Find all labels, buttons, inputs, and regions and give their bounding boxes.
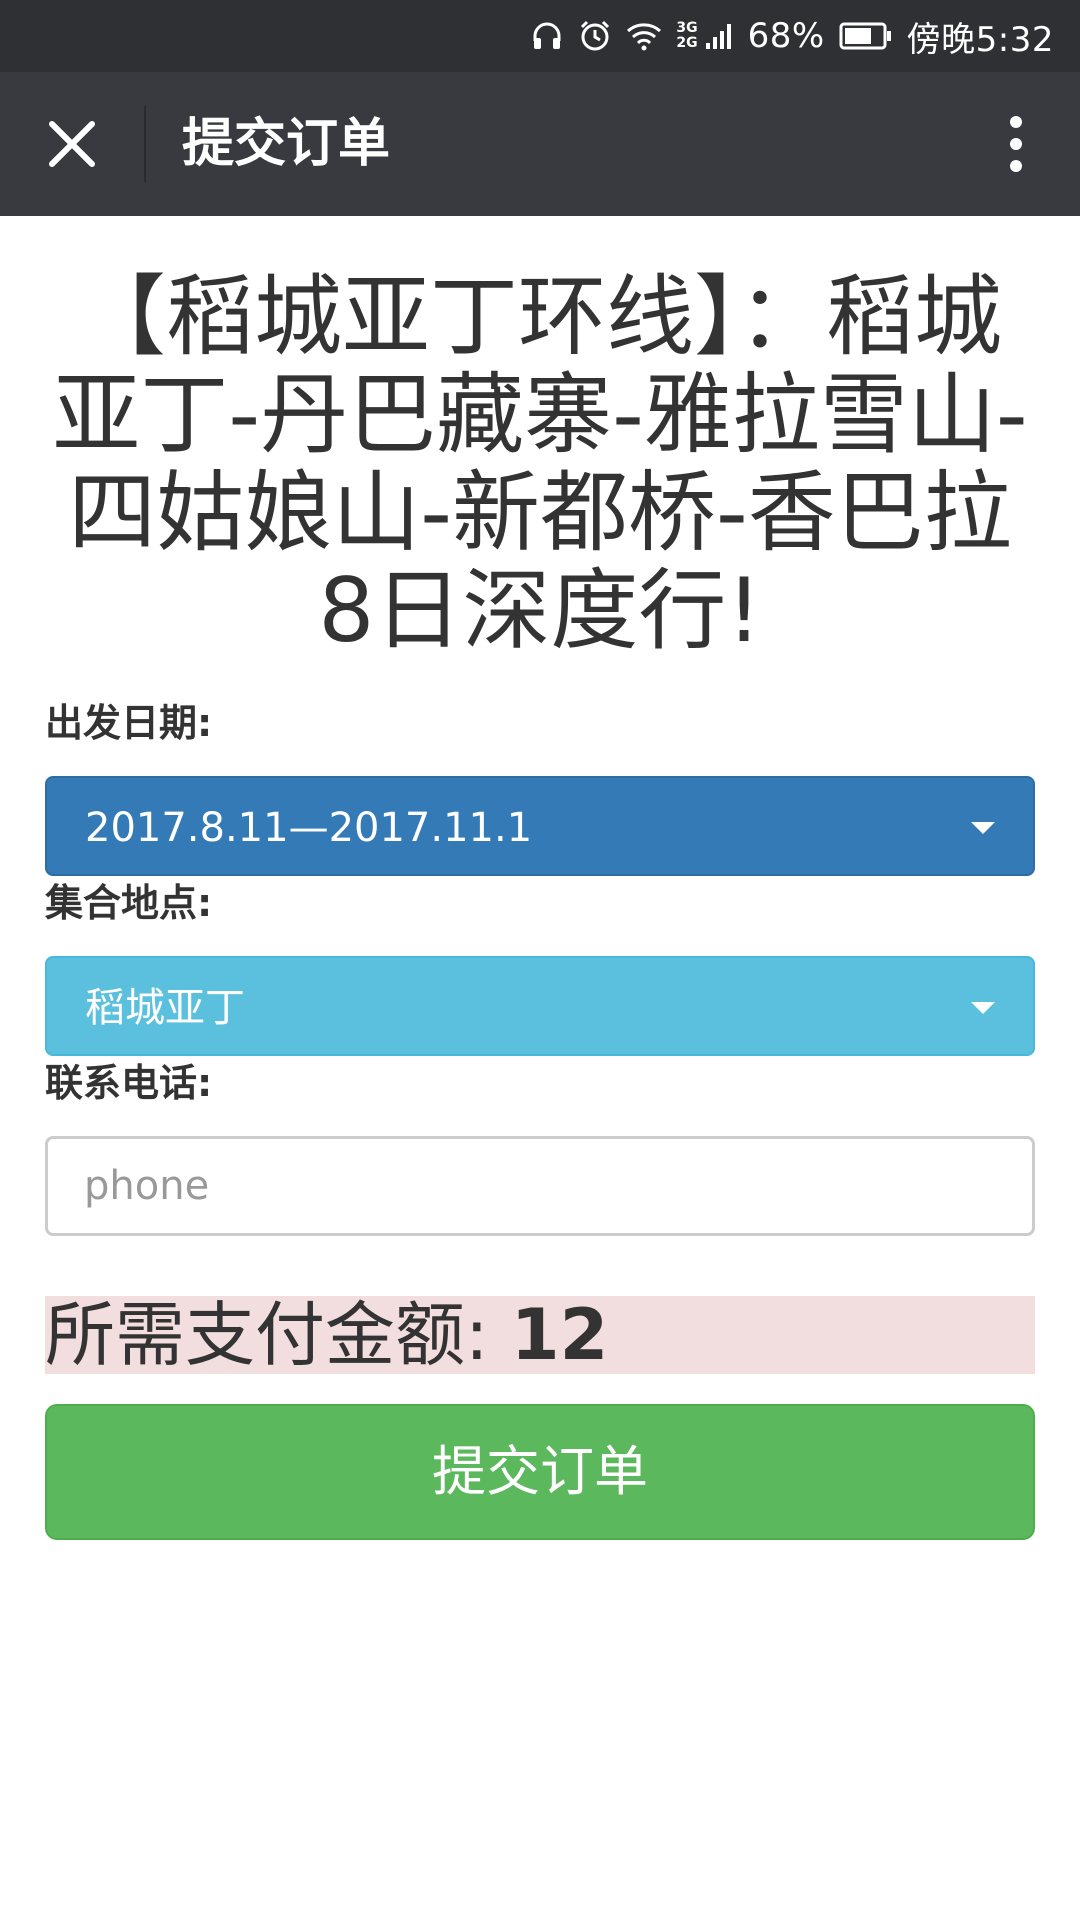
network-type: 3G 2G [676, 20, 698, 51]
battery-icon [839, 21, 893, 51]
payment-amount: 所需支付金额: 12 [45, 1296, 1035, 1374]
status-bar: 3G 2G 68% 傍晚5:32 [0, 0, 1080, 72]
date-select-value: 2017.8.11—2017.11.1 [85, 805, 533, 851]
status-icons: 3G 2G 68% 傍晚5:32 [530, 0, 1054, 72]
close-button[interactable] [36, 112, 108, 176]
payment-label: 所需支付金额: [45, 1294, 489, 1376]
order-form: 【稻城亚丁环线】：稻城亚丁-丹巴藏寨-雅拉雪山-四姑娘山-新都桥-香巴拉8日深度… [45, 216, 1035, 1540]
headphones-icon [530, 19, 564, 53]
app-bar-divider [144, 106, 146, 182]
place-label: 集合地点: [45, 881, 213, 925]
signal-icon [704, 21, 734, 51]
caret-down-icon [971, 822, 995, 834]
date-select[interactable]: 2017.8.11—2017.11.1 [45, 776, 1035, 876]
close-icon [49, 121, 95, 167]
caret-down-icon [971, 1002, 995, 1014]
place-select-value: 稻城亚丁 [85, 985, 245, 1031]
submit-order-button[interactable]: 提交订单 [45, 1404, 1035, 1540]
phone-label: 联系电话: [45, 1061, 213, 1105]
page-title: 【稻城亚丁环线】：稻城亚丁-丹巴藏寨-雅拉雪山-四姑娘山-新都桥-香巴拉8日深度… [52, 265, 1028, 662]
app-bar: 提交订单 [0, 72, 1080, 216]
date-label: 出发日期: [45, 701, 213, 745]
payment-value: 12 [510, 1294, 609, 1376]
more-vertical-icon [1010, 116, 1022, 172]
battery-percent: 68% [747, 16, 825, 56]
place-select[interactable]: 稻城亚丁 [45, 956, 1035, 1056]
app-bar-title: 提交订单 [182, 114, 391, 174]
wifi-icon [626, 21, 662, 51]
more-button[interactable] [988, 108, 1044, 180]
alarm-icon [578, 19, 612, 53]
phone-input[interactable] [45, 1136, 1035, 1236]
clock: 傍晚5:32 [906, 19, 1054, 60]
